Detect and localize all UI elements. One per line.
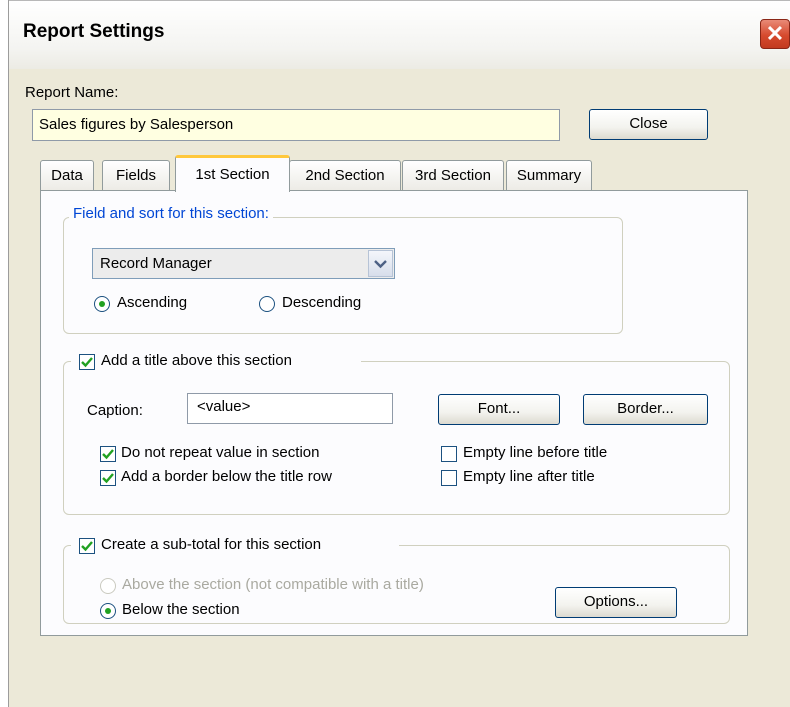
empty-line-before-label: Empty line before title (463, 444, 608, 461)
caption-label: Caption: (87, 402, 143, 419)
sort-group-legend: Field and sort for this section: (69, 205, 273, 222)
add-title-checkbox[interactable] (79, 354, 95, 370)
title-group (63, 361, 730, 515)
do-not-repeat-checkbox[interactable] (100, 446, 116, 462)
font-button[interactable]: Font... (438, 394, 560, 425)
tab-3rd-section[interactable]: 3rd Section (402, 160, 504, 191)
tab-1st-section[interactable]: 1st Section (175, 155, 290, 192)
empty-line-before-checkbox[interactable] (441, 446, 457, 462)
subtotal-checkbox[interactable] (79, 538, 95, 554)
border-below-title-checkbox[interactable] (100, 470, 116, 486)
empty-line-after-checkbox[interactable] (441, 470, 457, 486)
report-name-label: Report Name: (25, 84, 119, 101)
border-below-title-label: Add a border below the title row (121, 468, 332, 485)
border-button[interactable]: Border... (583, 394, 708, 425)
ascending-label: Ascending (117, 294, 188, 311)
title-bar[interactable]: Report Settings ✕ (9, 0, 790, 69)
subtotal-label: Create a sub-total for this section (101, 536, 322, 553)
window-title: Report Settings (23, 21, 165, 42)
close-icon[interactable]: ✕ (760, 19, 790, 49)
tab-data[interactable]: Data (40, 160, 94, 191)
below-section-radio[interactable] (100, 603, 116, 619)
tab-fields[interactable]: Fields (102, 160, 170, 191)
add-title-label: Add a title above this section (101, 352, 292, 369)
options-button[interactable]: Options... (555, 587, 677, 618)
caption-input[interactable]: <value> (187, 393, 393, 424)
ascending-radio[interactable] (94, 296, 110, 312)
close-button[interactable]: Close (589, 109, 708, 140)
report-name-input[interactable]: Sales figures by Salesperson (32, 109, 560, 141)
descending-radio[interactable] (259, 296, 275, 312)
below-section-label: Below the section (122, 601, 240, 618)
above-section-label: Above the section (not compatible with a… (122, 576, 424, 593)
empty-line-after-label: Empty line after title (463, 468, 595, 485)
descending-label: Descending (282, 294, 362, 311)
do-not-repeat-label: Do not repeat value in section (121, 444, 320, 461)
field-select[interactable]: Record Manager (92, 248, 395, 279)
report-settings-window: Report Settings ✕ Report Name: Sales fig… (8, 0, 790, 707)
tab-2nd-section[interactable]: 2nd Section (289, 160, 401, 191)
above-section-radio[interactable] (100, 578, 116, 594)
chevron-down-icon[interactable] (368, 250, 393, 277)
field-select-value: Record Manager (100, 255, 212, 272)
tab-summary[interactable]: Summary (506, 160, 592, 191)
